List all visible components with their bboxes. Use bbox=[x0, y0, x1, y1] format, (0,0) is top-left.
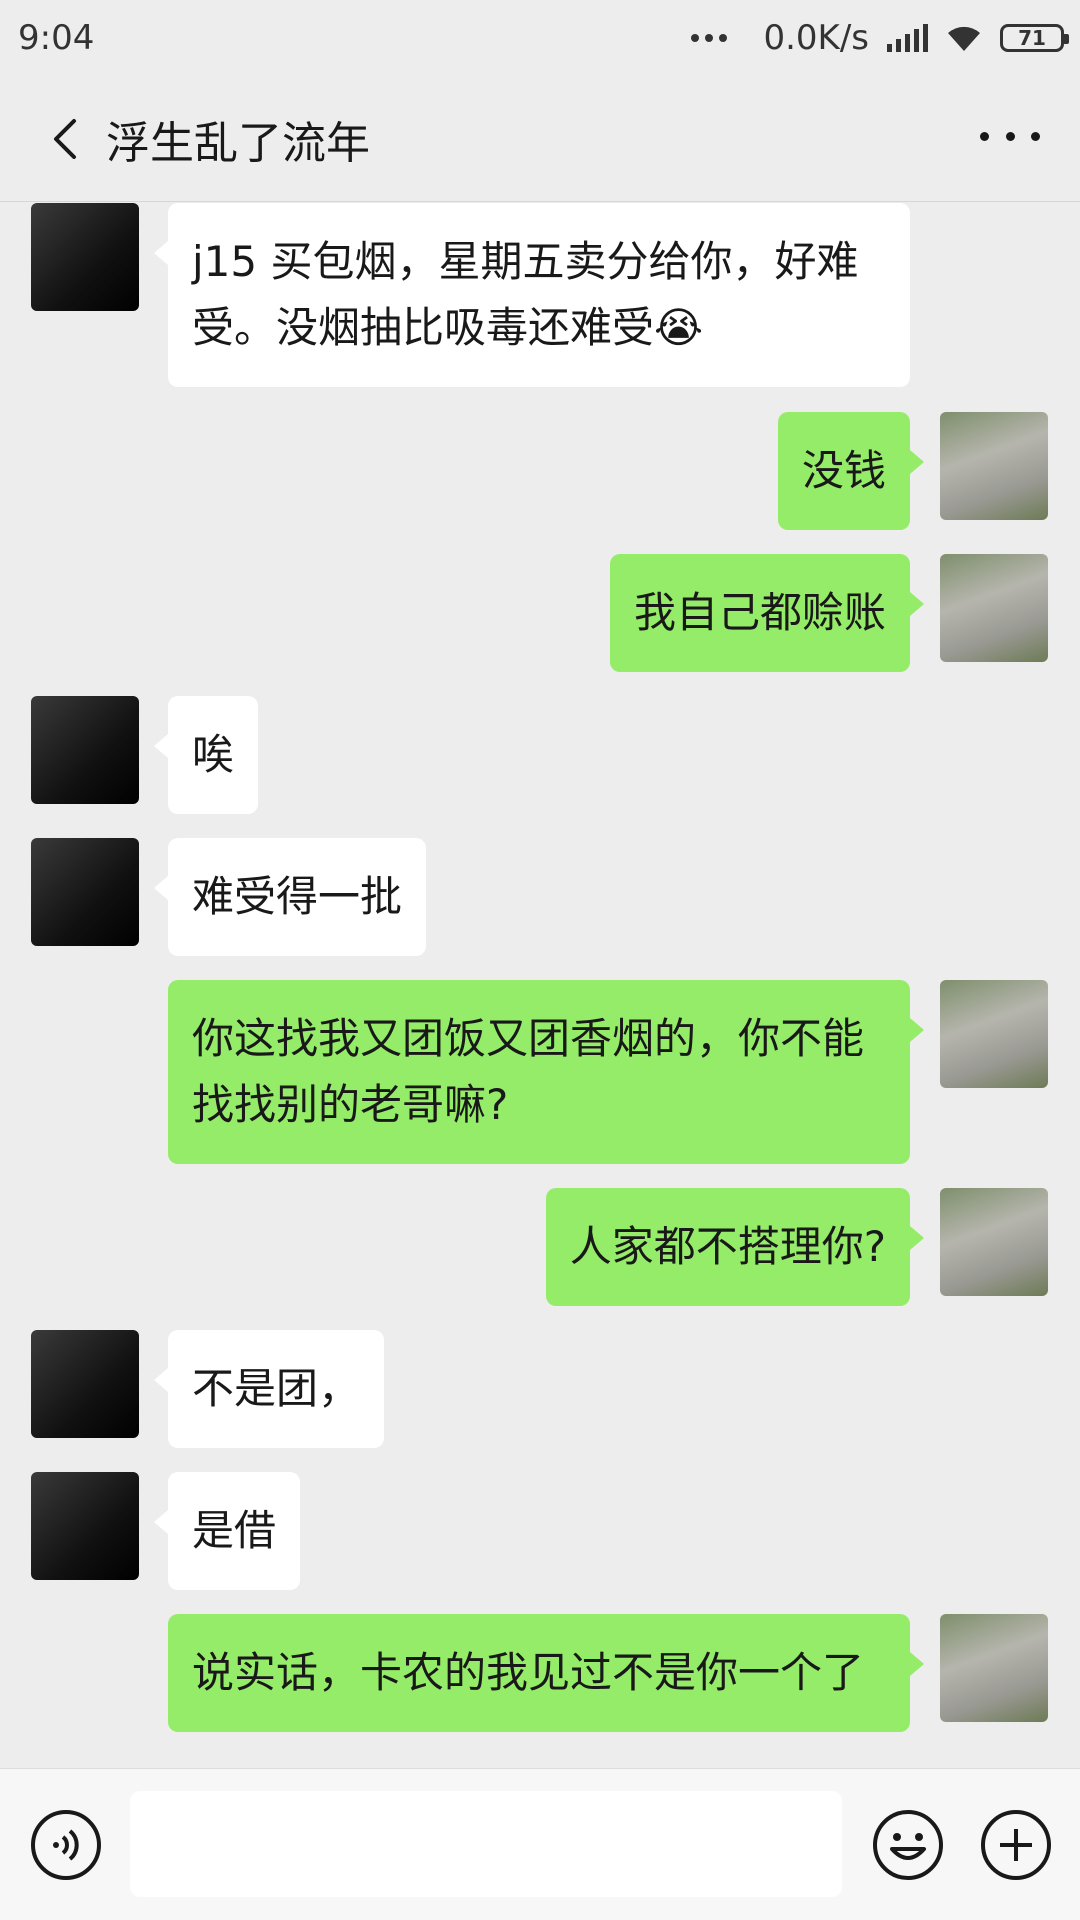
contact-avatar[interactable] bbox=[31, 203, 139, 311]
message-bubble[interactable]: j15 买包烟，星期五卖分给你，好难受。没烟抽比吸毒还难受😭 bbox=[154, 203, 910, 387]
message-list[interactable]: j15 买包烟，星期五卖分给你，好难受。没烟抽比吸毒还难受😭 没钱 我自己都赊账… bbox=[0, 203, 1080, 1768]
network-speed: 0.0K/s bbox=[763, 18, 869, 58]
message-bubble[interactable]: 人家都不搭理你? bbox=[545, 1188, 925, 1306]
battery-icon: 71 bbox=[1000, 24, 1069, 52]
message-bubble[interactable]: 你这找我又团饭又团香烟的，你不能找找别的老哥嘛? bbox=[168, 980, 924, 1164]
signal-icon bbox=[887, 24, 928, 52]
my-avatar[interactable] bbox=[940, 412, 1048, 520]
status-time: 9:04 bbox=[18, 18, 95, 58]
contact-avatar[interactable] bbox=[31, 696, 139, 804]
more-icon[interactable] bbox=[980, 116, 1040, 156]
message-bubble[interactable]: 我自己都赊账 bbox=[609, 554, 925, 672]
my-avatar[interactable] bbox=[940, 980, 1048, 1088]
contact-avatar[interactable] bbox=[31, 1472, 139, 1580]
message-bubble[interactable]: 没钱 bbox=[777, 412, 925, 530]
message-input[interactable] bbox=[130, 1791, 842, 1897]
my-avatar[interactable] bbox=[940, 554, 1048, 662]
my-avatar[interactable] bbox=[940, 1188, 1048, 1296]
message-bubble[interactable]: 说实话，卡农的我见过不是你一个了 bbox=[168, 1614, 924, 1732]
plus-icon[interactable] bbox=[980, 1809, 1052, 1881]
message-bubble[interactable]: 不是团， bbox=[153, 1330, 385, 1448]
battery-level: 71 bbox=[1018, 26, 1046, 50]
emoji-icon[interactable] bbox=[872, 1809, 944, 1881]
chat-title: 浮生乱了流年 bbox=[106, 117, 370, 169]
status-bar: 9:04 0.0K/s 71 bbox=[0, 0, 1080, 76]
contact-avatar[interactable] bbox=[31, 1330, 139, 1438]
status-right: 0.0K/s 71 bbox=[691, 18, 1069, 58]
wifi-icon bbox=[948, 26, 980, 51]
message-bubble[interactable]: 难受得一批 bbox=[153, 838, 427, 956]
voice-icon[interactable] bbox=[30, 1809, 102, 1881]
chat-header: 浮生乱了流年 bbox=[0, 76, 1080, 202]
input-bar bbox=[0, 1768, 1080, 1920]
message-bubble[interactable]: 唉 bbox=[153, 696, 259, 814]
back-arrow-icon[interactable] bbox=[26, 99, 106, 179]
message-bubble[interactable]: 是借 bbox=[153, 1472, 301, 1590]
my-avatar[interactable] bbox=[940, 1614, 1048, 1722]
contact-avatar[interactable] bbox=[31, 838, 139, 946]
notification-dots-icon bbox=[691, 34, 728, 42]
